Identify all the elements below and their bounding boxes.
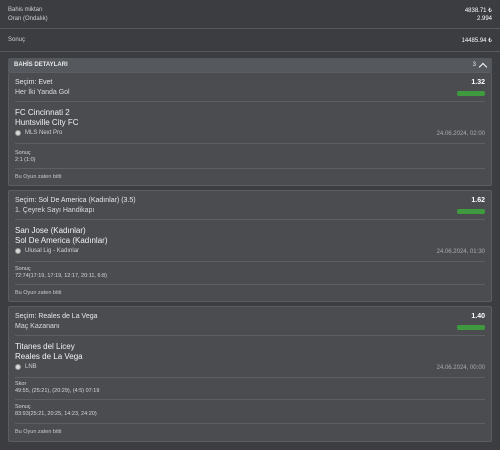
selection-odds: 1.62 — [471, 197, 485, 204]
card-divider — [15, 261, 485, 262]
basketball-icon — [15, 364, 21, 370]
bet-details-header[interactable]: BAHİS DETAYLARI 3 — [8, 58, 492, 72]
home-team: FC Cincinnati 2 — [15, 108, 70, 117]
game-finished-note: Bu Oyun zaten bitti — [15, 290, 62, 296]
bet-card: Seçim: Evet 1.32 Her İki Yanda Gol FC Ci… — [8, 72, 492, 186]
odds-row: Oran (Ondalık) 2.994 — [8, 16, 492, 22]
card-divider — [15, 423, 485, 424]
card-divider — [15, 168, 485, 169]
result-score: 83:93(25:21, 20:25, 14:23, 24:20) — [15, 411, 97, 417]
result-label: Sonuç — [15, 404, 31, 410]
basketball-icon — [15, 248, 21, 254]
bet-summary: Bahis miktarı 4838.71 ₺ Oran (Ondalık) 2… — [0, 0, 500, 58]
soccer-ball-icon — [15, 130, 21, 136]
selection-odds: 1.32 — [471, 79, 485, 86]
league-name: Ulusal Lig - Kadınlar — [25, 248, 80, 254]
live-score: 49:55, (25:21), (20:29), (4:5) 07:19 — [15, 388, 100, 394]
card-divider — [15, 219, 485, 220]
card-divider — [15, 335, 485, 336]
match-datetime: 24.06.2024, 00:00 — [436, 365, 485, 371]
away-team: Sol De America (Kadınlar) — [15, 236, 108, 245]
won-status-badge — [457, 325, 485, 330]
match-datetime: 24.06.2024, 01:30 — [436, 249, 485, 255]
result-score: 72:74(17:19, 17:19, 12:17, 20:11, 6:8) — [15, 273, 107, 279]
selection-row: Seçim: Sol De America (Kadınlar) (3.5) 1… — [15, 197, 485, 204]
odds-label: Oran (Ondalık) — [8, 16, 48, 22]
bet-card: Seçim: Sol De America (Kadınlar) (3.5) 1… — [8, 190, 492, 302]
result-value: 14485.94 ₺ — [461, 38, 492, 44]
won-status-badge — [457, 209, 485, 214]
result-label: Sonuç — [8, 37, 26, 43]
card-divider — [15, 143, 485, 144]
home-team: Titanes del Licey — [15, 342, 75, 351]
selection-label: Seçim: Evet — [15, 79, 53, 86]
won-status-badge — [457, 91, 485, 96]
card-divider — [15, 284, 485, 285]
card-divider — [15, 101, 485, 102]
summary-divider-2 — [0, 51, 500, 52]
result-score: 2:1 (1:0) — [15, 157, 36, 163]
bet-card: Seçim: Reales de La Vega 1.40 Maç Kazana… — [8, 306, 492, 442]
bet-count: 3 — [472, 61, 488, 71]
game-finished-note: Bu Oyun zaten bitti — [15, 429, 62, 435]
summary-divider — [0, 28, 500, 29]
result-label: Sonuç — [15, 150, 31, 156]
away-team: Reales de La Vega — [15, 352, 83, 361]
league-row: Ulusal Lig - Kadınlar — [15, 248, 79, 254]
match-datetime: 24.06.2024, 02:00 — [436, 131, 485, 137]
selection-label: Seçim: Reales de La Vega — [15, 313, 98, 320]
market-name: 1. Çeyrek Sayı Handikapı — [15, 207, 95, 214]
league-row: MLS Next Pro — [15, 130, 62, 136]
selection-label: Seçim: Sol De America (Kadınlar) (3.5) — [15, 197, 136, 204]
selection-odds: 1.40 — [471, 313, 485, 320]
stake-row: Bahis miktarı 4838.71 ₺ — [8, 7, 492, 14]
bet-details-title: BAHİS DETAYLARI — [14, 62, 68, 68]
card-divider — [15, 377, 485, 378]
card-divider — [15, 399, 485, 400]
home-team: San Jose (Kadınlar) — [15, 226, 86, 235]
market-name: Maç Kazananı — [15, 323, 60, 330]
result-row: Sonuç 14485.94 ₺ — [8, 37, 492, 44]
chevron-up-icon[interactable] — [478, 62, 488, 71]
away-team: Huntsville City FC — [15, 118, 79, 127]
market-name: Her İki Yanda Gol — [15, 89, 70, 96]
league-name: LNB — [25, 364, 37, 370]
odds-value: 2.994 — [476, 16, 492, 22]
stake-value: 4838.71 ₺ — [464, 8, 492, 14]
bet-count-value: 3 — [472, 62, 476, 68]
league-name: MLS Next Pro — [25, 130, 63, 136]
live-score-label: Skor — [15, 381, 27, 387]
result-label: Sonuç — [15, 266, 31, 272]
selection-row: Seçim: Evet 1.32 — [15, 79, 485, 86]
league-row: LNB — [15, 364, 37, 370]
stake-label: Bahis miktarı — [8, 7, 43, 13]
game-finished-note: Bu Oyun zaten bitti — [15, 174, 62, 180]
selection-row: Seçim: Reales de La Vega 1.40 — [15, 313, 485, 320]
